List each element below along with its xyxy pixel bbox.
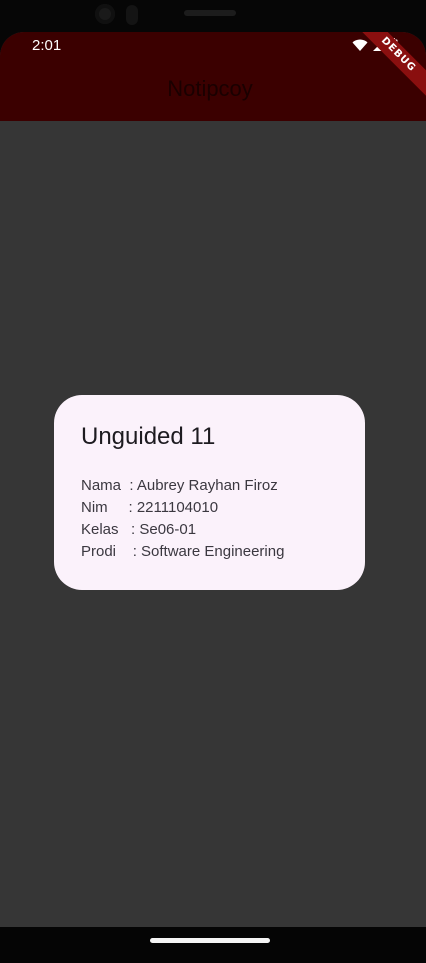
info-dialog[interactable]: Unguided 11 Nama : Aubrey Rayhan Firoz N… [54, 395, 365, 590]
row-value: : 2211104010 [128, 499, 219, 516]
row-value: : Software Engineering [132, 543, 285, 560]
screen[interactable]: 2:01 Notipcoy DEBUG Unguided 11 Nama: A… [0, 32, 426, 927]
status-time: 2:01 [32, 37, 62, 54]
phone-device: 2:01 Notipcoy DEBUG Unguided 11 Nama: A… [0, 0, 426, 963]
info-row-prodi: Prodi : Software Engineering [81, 541, 339, 563]
bottom-bezel [0, 927, 426, 963]
front-camera [95, 4, 115, 24]
app-title: Notipcoy [167, 76, 253, 101]
row-value: : Se06-01 [131, 521, 197, 538]
row-label: Nama [81, 477, 130, 494]
row-label: Nim [81, 499, 129, 516]
info-row-kelas: Kelas : Se06-01 [81, 519, 339, 541]
home-indicator[interactable] [150, 938, 270, 943]
row-label: Kelas [81, 521, 132, 538]
earpiece-speaker [184, 10, 236, 16]
dialog-title: Unguided 11 [81, 423, 216, 450]
app-bar: 2:01 Notipcoy DEBUG [0, 32, 426, 121]
proximity-sensor [126, 5, 138, 25]
wifi-icon [352, 39, 368, 57]
row-label: Prodi [81, 543, 133, 560]
row-value: : Aubrey Rayhan Firoz [129, 477, 278, 494]
info-row-nim: Nim : 2211104010 [81, 497, 339, 519]
info-row-nama: Nama : Aubrey Rayhan Firoz [81, 475, 339, 497]
